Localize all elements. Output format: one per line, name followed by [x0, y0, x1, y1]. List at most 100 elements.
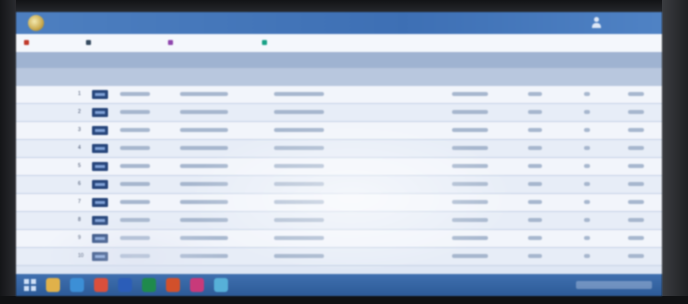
start-button[interactable]	[24, 279, 36, 291]
excel-icon[interactable]	[142, 278, 156, 292]
column-header[interactable]	[350, 72, 420, 82]
illegible-cell	[452, 254, 488, 258]
column-group-header	[16, 52, 662, 68]
column-header[interactable]	[274, 72, 324, 82]
illegible-cell	[628, 128, 644, 132]
word-icon[interactable]	[118, 278, 132, 292]
illegible-cell	[180, 92, 228, 96]
user-icon[interactable]	[592, 17, 601, 28]
illegible-cell	[274, 128, 324, 132]
powerpoint-icon[interactable]	[166, 278, 180, 292]
row-edit-icon[interactable]	[92, 108, 108, 117]
table-row[interactable]: 8	[16, 212, 662, 230]
app-header	[16, 12, 662, 34]
media-icon[interactable]	[190, 278, 204, 292]
calendar-icon	[262, 40, 267, 46]
column-group-label	[436, 55, 556, 65]
illegible-cell	[528, 92, 542, 96]
column-header[interactable]	[576, 72, 594, 82]
user-name[interactable]	[606, 19, 652, 27]
system-tray[interactable]	[576, 281, 652, 289]
toolbar-item-home[interactable]	[24, 38, 60, 48]
row-edit-icon[interactable]	[92, 252, 108, 261]
row-edit-icon[interactable]	[92, 198, 108, 207]
table-row[interactable]: 9	[16, 230, 662, 248]
app-icon[interactable]	[214, 278, 228, 292]
illegible-cell	[528, 218, 542, 222]
illegible-cell	[528, 200, 542, 204]
illegible-cell	[180, 164, 228, 168]
browser-icon[interactable]	[70, 278, 84, 292]
row-edit-icon[interactable]	[92, 216, 108, 225]
row-edit-icon[interactable]	[92, 180, 108, 189]
column-header[interactable]	[120, 72, 150, 82]
illegible-cell	[180, 236, 228, 240]
row-edit-icon[interactable]	[92, 126, 108, 135]
table-row[interactable]: 3	[16, 122, 662, 140]
photo-of-monitor: 1 2 3 4 5 6 7 8 9 10	[0, 0, 688, 304]
toolbar-item-list[interactable]	[86, 38, 144, 48]
column-header[interactable]	[446, 72, 492, 82]
illegible-cell	[274, 164, 324, 168]
column-header[interactable]	[526, 72, 554, 82]
list-icon	[86, 40, 91, 46]
illegible-cell	[628, 200, 644, 204]
row-edit-icon[interactable]	[92, 90, 108, 99]
illegible-cell	[528, 182, 542, 186]
illegible-cell	[628, 146, 644, 150]
illegible-cell	[584, 236, 590, 240]
illegible-cell	[180, 110, 228, 114]
column-header[interactable]	[180, 72, 228, 82]
illegible-cell	[628, 182, 644, 186]
illegible-cell	[120, 110, 150, 114]
row-edit-icon[interactable]	[92, 144, 108, 153]
column-header[interactable]	[622, 72, 652, 82]
illegible-cell	[452, 128, 488, 132]
illegible-cell	[274, 146, 324, 150]
toolbar-item-calendar[interactable]	[262, 38, 312, 48]
table-header	[16, 68, 662, 86]
row-edit-icon[interactable]	[92, 162, 108, 171]
illegible-cell	[120, 146, 150, 150]
monitor-bezel-left	[0, 0, 16, 304]
table-body: 1 2 3 4 5 6 7 8 9 10	[16, 86, 662, 274]
illegible-cell	[452, 164, 488, 168]
chrome-icon[interactable]	[94, 278, 108, 292]
table-row[interactable]: 10	[16, 248, 662, 266]
illegible-cell	[628, 164, 644, 168]
illegible-cell	[120, 92, 150, 96]
emblem-icon	[28, 15, 44, 31]
illegible-cell	[274, 254, 324, 258]
row-number: 1	[78, 91, 81, 97]
illegible-cell	[584, 218, 590, 222]
illegible-cell	[180, 146, 228, 150]
home-icon	[24, 40, 29, 46]
table-row[interactable]: 7	[16, 194, 662, 212]
table-row[interactable]: 1	[16, 86, 662, 104]
taskbar	[16, 274, 662, 296]
row-edit-icon[interactable]	[92, 234, 108, 243]
illegible-cell	[274, 110, 324, 114]
illegible-cell	[584, 164, 590, 168]
table-row[interactable]: 6	[16, 176, 662, 194]
row-number: 10	[78, 253, 84, 259]
illegible-cell	[584, 254, 590, 258]
illegible-cell	[584, 128, 590, 132]
table-row[interactable]: 4	[16, 140, 662, 158]
row-number: 2	[78, 109, 81, 115]
illegible-cell	[120, 128, 150, 132]
file-explorer-icon[interactable]	[46, 278, 60, 292]
illegible-cell	[584, 146, 590, 150]
illegible-cell	[528, 128, 542, 132]
app-title	[50, 15, 120, 31]
table-row[interactable]: 5	[16, 158, 662, 176]
illegible-cell	[274, 200, 324, 204]
illegible-cell	[584, 110, 590, 114]
illegible-cell	[452, 110, 488, 114]
table-row[interactable]: 2	[16, 104, 662, 122]
illegible-cell	[584, 200, 590, 204]
illegible-cell	[120, 254, 150, 258]
toolbar-item-document[interactable]	[168, 38, 252, 48]
monitor-bezel-right	[662, 0, 688, 304]
illegible-cell	[120, 200, 150, 204]
